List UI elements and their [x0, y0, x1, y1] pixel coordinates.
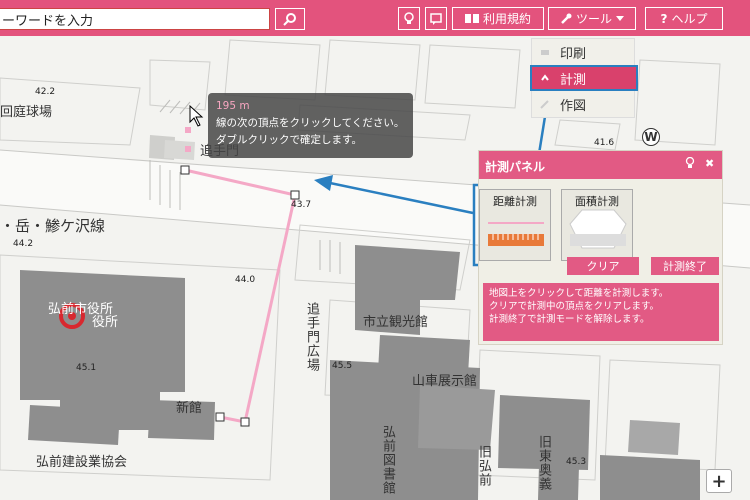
elevation-label: 45.5 [332, 361, 353, 371]
label-garden-field: 回庭球場 [0, 105, 53, 120]
label-city-hall-b: 役所 [92, 315, 119, 330]
label-old-east: 旧東奥義 [536, 435, 551, 491]
elevation-label: 41.6 [594, 138, 615, 148]
tools-label: ツール [575, 12, 612, 26]
clear-button[interactable]: クリア [567, 257, 639, 275]
elevation-label: 45.1 [76, 363, 97, 373]
help-button[interactable]: ? ヘルプ [645, 7, 723, 30]
search-button[interactable] [275, 8, 305, 30]
help-line: クリアで計測中の頂点をクリアします。 [489, 301, 660, 312]
tools-button[interactable]: ツール [548, 7, 636, 30]
panel-header[interactable]: 計測パネル ✖ [479, 151, 722, 179]
elevation-label: 44.0 [235, 275, 256, 285]
comment-icon [430, 12, 442, 25]
area-mode-button[interactable]: 面積計測 [561, 189, 633, 261]
measure-panel: 計測パネル ✖ 距離計測 面積計測 クリア 計測終了 地図上をクリックして距離を… [478, 150, 723, 345]
elevation-label: 45.3 [566, 457, 587, 467]
label-dashi: 山車展示館 [412, 374, 478, 389]
distance-mode-button[interactable]: 距離計測 [479, 189, 551, 261]
menu-item-measure[interactable]: 計測 [530, 65, 638, 91]
menu-item-print[interactable]: 印刷 [532, 41, 636, 63]
ruler-icon [488, 222, 544, 246]
menu-item-label: 計測 [560, 72, 587, 88]
lightbulb-icon[interactable] [685, 156, 695, 172]
tooltip-line2: ダブルクリックで確定します。 [216, 134, 362, 146]
panel-title: 計測パネル [485, 160, 546, 174]
label-old-library: 旧弘前 [476, 445, 491, 487]
elevation-label: 44.2 [13, 239, 34, 249]
zoom-in-button[interactable]: + [706, 469, 732, 493]
wrench-icon [561, 13, 572, 24]
area-icon [569, 209, 627, 249]
help-label: ヘルプ [671, 12, 708, 26]
top-toolbar: 利用規約 ツール ? ヘルプ [0, 0, 750, 36]
lightbulb-icon [404, 11, 414, 24]
tooltip-distance: 195 m [216, 100, 250, 112]
chevron-up-icon [541, 74, 549, 81]
help-line: 地図上をクリックして距離を計測します。 [489, 288, 669, 299]
measure-tooltip: 195 m 線の次の頂点をクリックしてください。 ダブルクリックで確定します。 [208, 93, 413, 158]
elevation-label: 43.7 [291, 200, 312, 210]
label-kenchiku: 弘前建設業協会 [36, 455, 128, 470]
end-measure-button[interactable]: 計測終了 [651, 257, 719, 275]
elevation-label: 42.2 [35, 87, 56, 97]
label-new-building: 新館 [176, 401, 203, 416]
label-w-mark: W [642, 128, 660, 146]
tooltip-line1: 線の次の頂点をクリックしてください。 [216, 117, 405, 129]
close-icon[interactable]: ✖ [705, 157, 714, 170]
menu-item-draw[interactable]: 作図 [532, 93, 636, 115]
label-kankoukan: 市立観光館 [363, 315, 429, 330]
tools-dropdown-menu: 印刷 計測 作図 [530, 38, 638, 118]
search-icon [283, 13, 296, 26]
label-library: 弘前図書館 [380, 425, 395, 495]
label-otemon-plaza: 追手門広場 [304, 302, 319, 372]
label-road-name: ・岳・鯵ケ沢線 [0, 217, 106, 235]
menu-item-label: 印刷 [560, 46, 587, 62]
help-line: 計測終了で計測モードを解除します。 [489, 314, 650, 325]
terms-button[interactable]: 利用規約 [452, 7, 544, 30]
panel-help-text: 地図上をクリックして距離を計測します。 クリアで計測中の頂点をクリアします。 計… [483, 283, 719, 341]
book-icon [464, 14, 479, 23]
comment-button[interactable] [425, 7, 447, 30]
question-icon: ? [660, 11, 668, 26]
caret-down-icon [616, 15, 624, 21]
pencil-icon [540, 100, 549, 109]
menu-item-label: 作図 [560, 98, 587, 114]
terms-label: 利用規約 [482, 12, 531, 26]
print-icon [541, 50, 549, 55]
lightbulb-button[interactable] [398, 7, 420, 30]
search-input[interactable] [0, 8, 270, 30]
